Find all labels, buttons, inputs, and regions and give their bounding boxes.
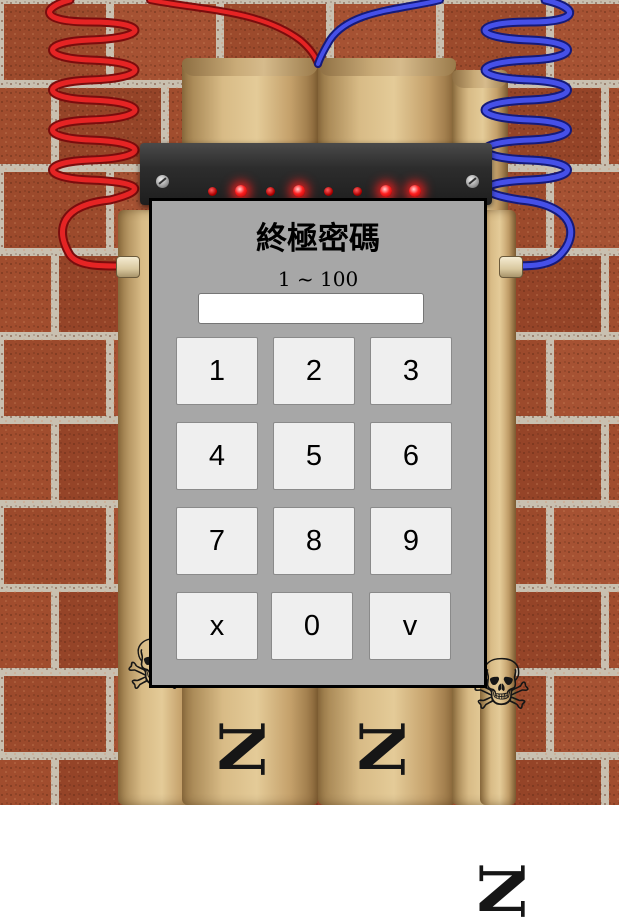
led-icon xyxy=(265,186,275,196)
led-icon xyxy=(323,186,333,196)
key-8[interactable]: 8 xyxy=(273,507,355,575)
key-9[interactable]: 9 xyxy=(370,507,452,575)
led-lit-icon xyxy=(409,185,421,197)
led-lit-icon xyxy=(235,185,247,197)
screw-icon xyxy=(466,175,479,188)
detonator-plate xyxy=(140,143,492,205)
clear-button[interactable]: x xyxy=(176,592,258,660)
key-2[interactable]: 2 xyxy=(273,337,355,405)
confirm-button[interactable]: v xyxy=(369,592,451,660)
screw-icon xyxy=(156,175,169,188)
key-4[interactable]: 4 xyxy=(176,422,258,490)
led-icon xyxy=(207,186,217,196)
key-5[interactable]: 5 xyxy=(273,422,355,490)
code-input[interactable] xyxy=(198,293,424,324)
led-icon xyxy=(352,186,362,196)
wire-connector-left xyxy=(116,256,140,278)
puzzle-title: 終極密碼 xyxy=(256,221,380,257)
wire-connector-right xyxy=(499,256,523,278)
key-3[interactable]: 3 xyxy=(370,337,452,405)
key-7[interactable]: 7 xyxy=(176,507,258,575)
key-6[interactable]: 6 xyxy=(370,422,452,490)
key-0[interactable]: 0 xyxy=(271,592,353,660)
code-panel: 終極密碼 1 ~ 100 1 2 3 4 5 6 7 8 9 x 0 v xyxy=(149,198,487,688)
stick-lettering-icon: N xyxy=(464,862,538,919)
key-1[interactable]: 1 xyxy=(176,337,258,405)
led-lit-icon xyxy=(380,185,392,197)
led-lit-icon xyxy=(293,185,305,197)
range-label: 1 ~ 100 xyxy=(277,267,359,291)
